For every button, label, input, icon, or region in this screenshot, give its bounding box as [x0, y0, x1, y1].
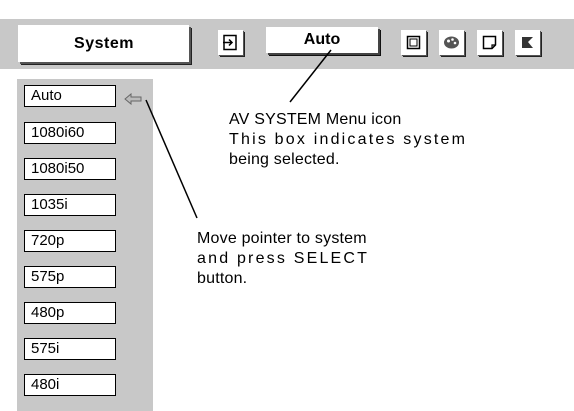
- menu-icon-annotation: AV SYSTEM Menu icon This box indicates s…: [229, 110, 467, 170]
- menu-icon-annotation-line3: being selected.: [229, 151, 340, 168]
- callout-lines: [145, 49, 332, 219]
- menu-icon-annotation-line2: This box indicates system: [229, 131, 468, 148]
- menu-icon-annotation-line1: AV SYSTEM Menu icon: [229, 111, 402, 128]
- pointer-annotation-line1: Move pointer to system: [197, 230, 367, 247]
- pointer-annotation: Move pointer to system and press SELECT …: [197, 229, 369, 289]
- pointer-annotation-line2: and press SELECT: [197, 250, 370, 267]
- menu-icon-callout-line: [289, 49, 332, 103]
- pointer-callout-line: [145, 99, 198, 219]
- pointer-annotation-line3: button.: [197, 270, 248, 287]
